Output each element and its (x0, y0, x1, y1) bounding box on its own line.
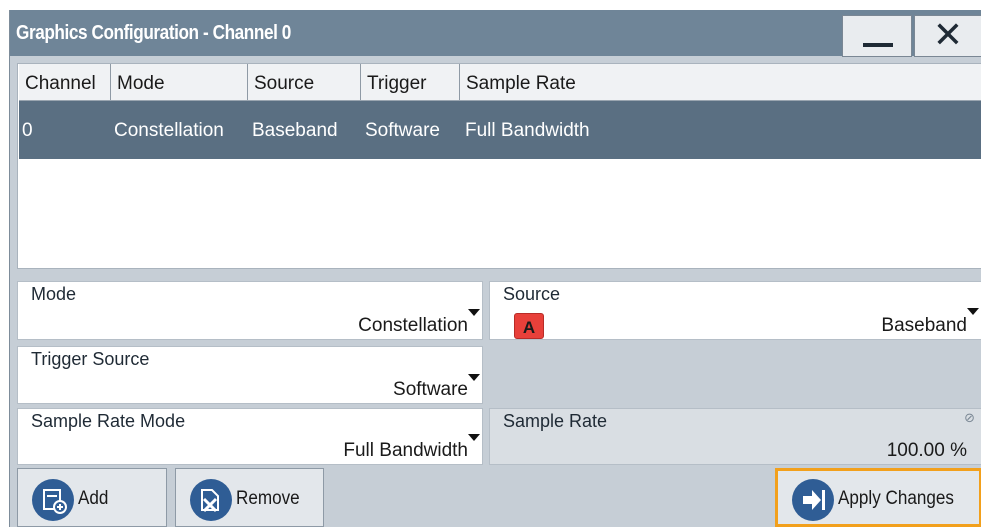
remove-icon (190, 479, 232, 521)
source-select[interactable]: Source A Baseband (489, 281, 981, 340)
mode-select[interactable]: Mode Constellation (17, 281, 483, 340)
baseband-a-badge: A (514, 313, 544, 339)
title-bar: Graphics Configuration - Channel 0 ✕ (10, 10, 981, 57)
column-header-mode[interactable]: Mode (111, 64, 248, 100)
add-label: Add (78, 488, 109, 509)
remove-label: Remove (236, 488, 300, 509)
trigger-source-select[interactable]: Trigger Source Software (17, 346, 483, 404)
mode-label: Mode (31, 284, 77, 304)
sample-rate-mode-label: Sample Rate Mode (31, 411, 186, 431)
remove-button[interactable]: Remove (175, 468, 324, 527)
close-button[interactable]: ✕ (914, 15, 981, 57)
column-header-sample-rate[interactable]: Sample Rate (460, 64, 981, 100)
cell-source: Baseband (252, 120, 338, 141)
mode-value: Constellation (358, 315, 468, 336)
sample-rate-mode-select[interactable]: Sample Rate Mode Full Bandwidth (17, 408, 483, 465)
sample-rate-value: 100.00 % (886, 440, 967, 461)
apply-changes-label: Apply Changes (838, 488, 954, 509)
sample-rate-field: Sample Rate ⊘ 100.00 % (489, 408, 981, 465)
no-edit-icon: ⊘ (964, 411, 975, 426)
column-header-trigger[interactable]: Trigger (361, 64, 460, 100)
close-icon: ✕ (932, 15, 964, 56)
cell-trigger: Software (365, 120, 440, 141)
column-header-channel[interactable]: Channel (19, 64, 111, 100)
trigger-source-label: Trigger Source (31, 349, 150, 369)
apply-changes-button[interactable]: Apply Changes (775, 468, 981, 527)
channel-table: Channel Mode Source Trigger Sample Rate … (17, 63, 981, 269)
table-row[interactable]: 0 Constellation Baseband Software Full B… (19, 101, 981, 159)
cell-channel: 0 (22, 120, 33, 141)
source-value: Baseband (881, 315, 967, 336)
add-button[interactable]: Add (17, 468, 167, 527)
dropdown-arrow-icon (468, 309, 480, 316)
dialog-window: Graphics Configuration - Channel 0 ✕ Cha… (9, 10, 981, 527)
dropdown-arrow-icon (967, 308, 979, 315)
window-title: Graphics Configuration - Channel 0 (16, 22, 291, 44)
column-header-source[interactable]: Source (248, 64, 361, 100)
cell-sample-rate: Full Bandwidth (465, 120, 590, 141)
apply-arrow-icon (792, 479, 834, 521)
dropdown-arrow-icon (468, 434, 480, 441)
dropdown-arrow-icon (468, 374, 480, 381)
minimize-icon (863, 43, 893, 47)
minimize-button[interactable] (842, 15, 912, 57)
source-label: Source (503, 284, 561, 304)
sample-rate-mode-value: Full Bandwidth (343, 440, 468, 461)
sample-rate-label: Sample Rate (503, 411, 608, 431)
table-header: Channel Mode Source Trigger Sample Rate (19, 64, 981, 101)
cell-mode: Constellation (114, 120, 224, 141)
add-icon (32, 479, 74, 521)
trigger-source-value: Software (393, 379, 468, 400)
